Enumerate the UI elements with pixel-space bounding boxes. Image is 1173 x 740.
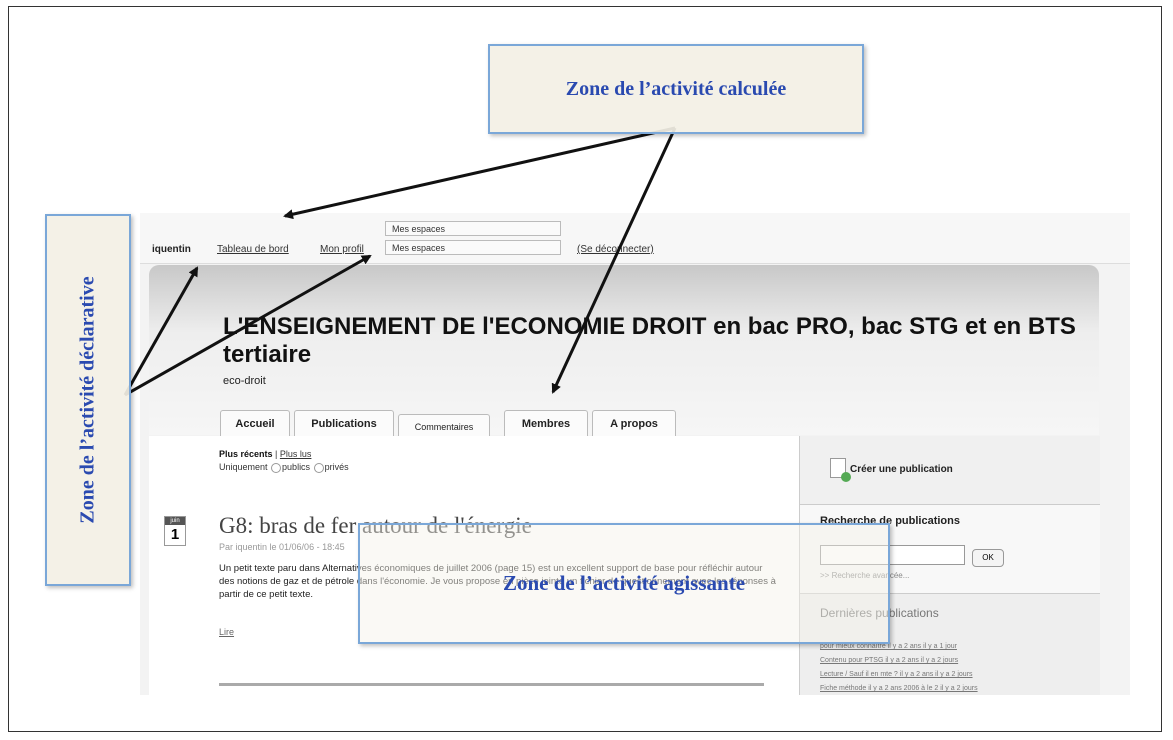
new-document-icon (830, 458, 851, 482)
tab-publications[interactable]: Publications (294, 410, 394, 436)
search-ok-button[interactable]: OK (972, 549, 1004, 567)
logout-link[interactable]: (Se déconnecter) (577, 244, 654, 255)
tab-accueil[interactable]: Accueil (220, 410, 290, 436)
public-label: publics (282, 462, 311, 472)
acting-activity-label: Zone de l’activité agissante (358, 523, 890, 644)
post-meta: Par iquentin le 01/06/06 - 18:45 (219, 542, 345, 552)
tab-a-propos[interactable]: A propos (592, 410, 676, 436)
spaces-dropdown-option[interactable]: Mes espaces (385, 221, 561, 236)
post-day: 1 (170, 526, 180, 543)
latest-item[interactable]: Lecture / Sauf il en mte ? il y a 2 ans … (820, 668, 978, 682)
username: iquentin (152, 244, 191, 255)
private-label: privés (324, 462, 349, 472)
spaces-dropdown[interactable]: Mes espaces (385, 240, 561, 255)
latest-item[interactable]: Fiche méthode il y a 2 ans 2006 à le 2 i… (820, 682, 978, 695)
post-month: juin (165, 517, 185, 525)
post-date: juin 1 (164, 516, 186, 546)
latest-list: pour mieux connaître il y a 2 ans il y a… (820, 640, 978, 695)
site-subtitle: eco-droit (223, 375, 266, 387)
profile-link[interactable]: Mon profil (320, 244, 364, 255)
create-publication-label: Créer une publication (850, 464, 953, 475)
filter-separator: | (275, 449, 278, 459)
site-title: L'ENSEIGNEMENT DE l'ECONOMIE DROIT en ba… (223, 313, 1076, 368)
filter-only-label: Uniquement (219, 462, 268, 472)
public-radio[interactable] (271, 462, 282, 473)
publication-filter: Plus récents | Plus lus Uniquement publi… (219, 448, 349, 474)
read-link[interactable]: Lire (219, 627, 234, 637)
declarative-activity-label: Zone de l’activité déclarative (45, 214, 131, 586)
filter-recent[interactable]: Plus récents (219, 449, 273, 459)
tab-membres[interactable]: Membres (504, 410, 588, 436)
top-navigation: iquentin Tableau de bord Mon profil Mes … (140, 213, 1130, 264)
post-divider (219, 683, 764, 686)
create-publication[interactable]: Créer une publication (800, 436, 1100, 505)
dashboard-link[interactable]: Tableau de bord (217, 244, 289, 255)
latest-item[interactable]: Contenu pour PTSG il y a 2 ans il y a 2 … (820, 654, 978, 668)
private-radio[interactable] (313, 462, 324, 473)
tab-commentaires[interactable]: Commentaires (398, 414, 490, 436)
filter-most-read[interactable]: Plus lus (280, 449, 312, 459)
calculated-activity-label: Zone de l’activité calculée (488, 44, 864, 134)
